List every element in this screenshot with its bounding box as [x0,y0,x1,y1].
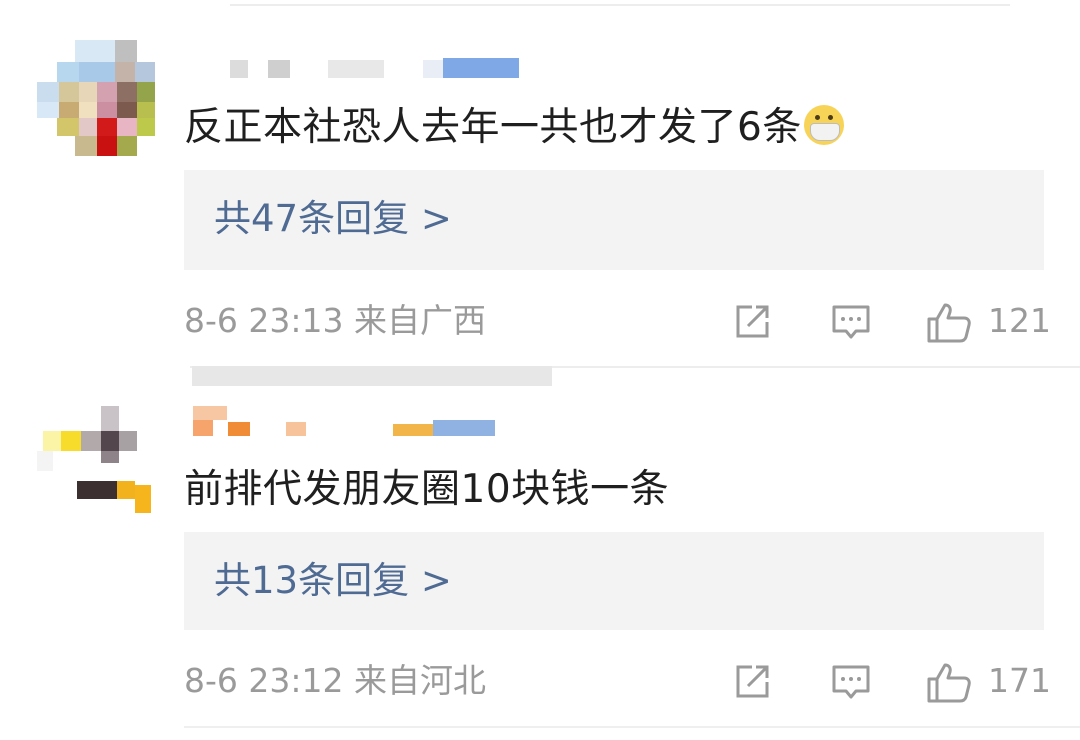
comment-button[interactable] [830,298,876,344]
comment-item: 前排代发朋友圈10块钱一条 共13条回复 > 8-6 23:12 来自河北 17… [0,366,1080,740]
avatar[interactable] [35,37,160,162]
location: 来自广西 [354,301,486,340]
like-count: 171 [988,661,1051,700]
share-icon [736,665,769,698]
comment-text: 反正本社恐人去年一共也才发了6条 [184,100,844,156]
timestamp-location: 8-6 23:13 来自广西 [184,298,486,344]
share-icon [736,305,769,338]
share-button[interactable] [732,298,778,344]
username-blurred[interactable] [188,58,528,82]
bottom-divider [184,726,1080,728]
like-count: 121 [988,301,1051,340]
username-blurred[interactable] [188,404,528,442]
mask-face-emoji-icon [803,105,844,145]
comment-meta: 8-6 23:13 来自广西 121 [184,294,1051,348]
share-button[interactable] [732,658,778,704]
comment-text: 前排代发朋友圈10块钱一条 [184,467,670,512]
view-replies-link[interactable]: 共47条回复 > [214,192,452,246]
like-button[interactable]: 121 [926,298,1051,344]
comment-meta: 8-6 23:12 来自河北 171 [184,654,1051,708]
timestamp: 8-6 23:12 [184,661,344,700]
like-button[interactable]: 171 [926,658,1051,704]
timestamp: 8-6 23:13 [184,301,344,340]
timestamp-location: 8-6 23:12 来自河北 [184,658,486,704]
replies-box[interactable]: 共13条回复 > [184,532,1044,630]
comment-item: 反正本社恐人去年一共也才发了6条 共47条回复 > 8-6 23:13 来自广西 [0,0,1080,366]
comment-button[interactable] [830,658,876,704]
replies-box[interactable]: 共47条回复 > [184,170,1044,270]
comment-icon [832,665,870,699]
thumbs-up-icon [927,303,971,343]
avatar[interactable] [35,403,160,528]
thumbs-up-icon [927,663,971,703]
view-replies-link[interactable]: 共13条回复 > [214,554,452,608]
location: 来自河北 [354,661,486,700]
comment-icon [832,305,870,339]
